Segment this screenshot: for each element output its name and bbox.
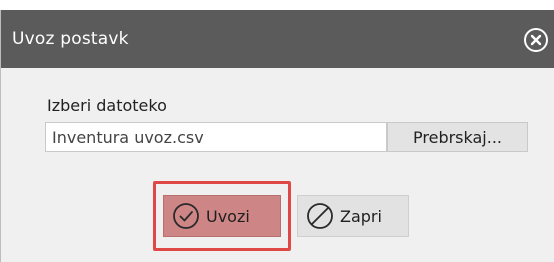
dialog-title: Uvoz postavk <box>12 29 129 49</box>
file-path-input[interactable] <box>45 122 387 152</box>
cancel-button-label: Zapri <box>340 206 382 226</box>
file-label: Izberi datoteko <box>47 96 167 115</box>
browse-button[interactable]: Prebrskaj... <box>387 122 528 152</box>
close-dialog-button[interactable] <box>524 28 548 52</box>
prohibited-circle-icon <box>306 202 334 230</box>
check-circle-icon <box>172 202 200 230</box>
import-dialog: Uvoz postavk Izberi datoteko Prebrskaj..… <box>0 10 554 262</box>
close-icon <box>530 34 542 46</box>
dialog-titlebar: Uvoz postavk <box>1 10 554 68</box>
cancel-button[interactable]: Zapri <box>297 195 409 237</box>
import-button[interactable]: Uvozi <box>163 195 281 237</box>
import-button-label: Uvozi <box>206 206 250 226</box>
